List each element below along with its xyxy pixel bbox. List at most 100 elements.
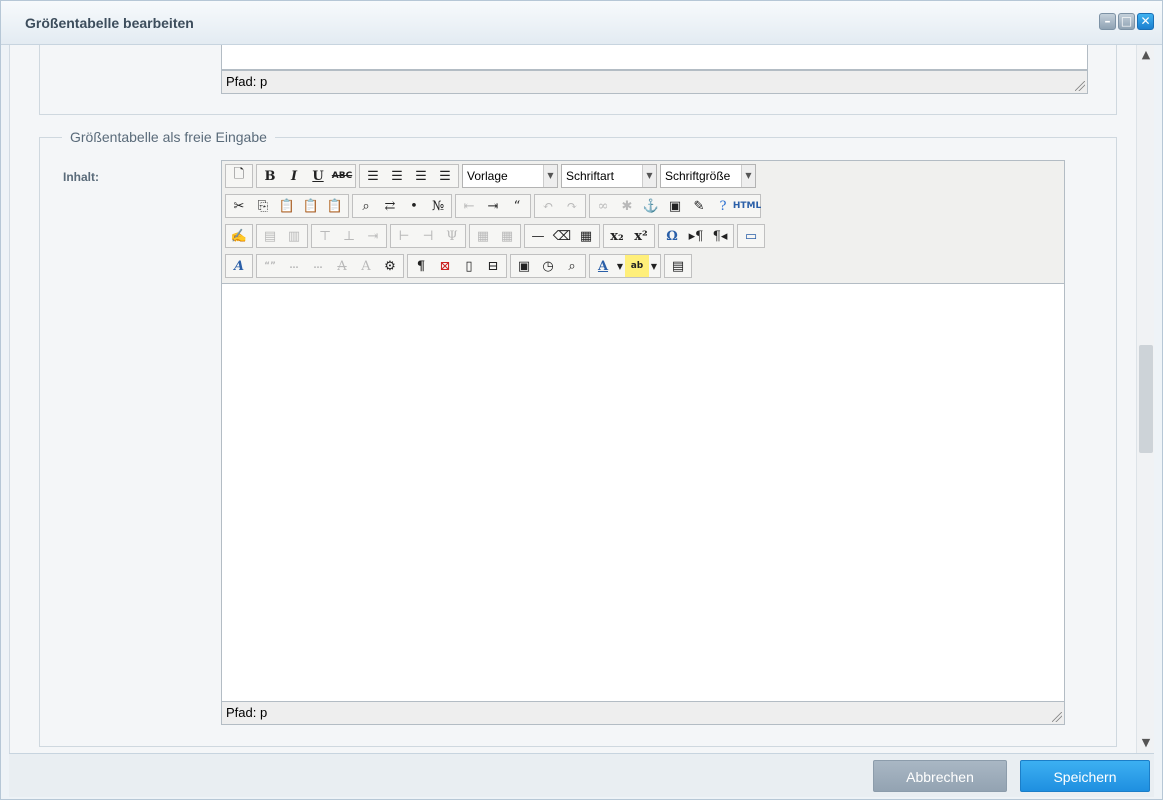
chevron-down-icon[interactable]: ▼ <box>649 255 659 277</box>
top-editor-area[interactable] <box>221 45 1088 70</box>
minimize-button[interactable]: – <box>1099 13 1116 30</box>
dialog-content[interactable]: Pfad: p Größentabelle als freie Eingabe … <box>9 45 1136 753</box>
toolbar-group-chars: Ω ▸¶ ¶◂ <box>658 224 734 248</box>
chevron-down-icon[interactable]: ▼ <box>741 165 755 187</box>
scroll-down-icon[interactable]: ▼ <box>1137 735 1155 751</box>
maximize-button[interactable]: □ <box>1118 13 1135 30</box>
media-icon[interactable]: ▤ <box>666 255 690 277</box>
cell-props-icon[interactable]: ▥ <box>282 225 306 247</box>
pilcrow-icon[interactable]: ¶ <box>409 255 433 277</box>
toolbar-row-4: A “” … … A A ⚙ ¶ ⊠ ▯ ⊟ ▣ ◷ ⌕ A ▼ ab ▼ ▤ <box>225 254 692 280</box>
styles-icon[interactable]: A <box>227 255 251 277</box>
eraser-icon[interactable]: ⌫ <box>550 225 574 247</box>
top-editor-path: Pfad: p <box>226 74 268 89</box>
subscript-icon[interactable]: x₂ <box>605 225 629 247</box>
toolbar-group-history: ↶ ↷ <box>534 194 586 218</box>
toolbar-group-script: x₂ x² <box>603 224 655 248</box>
blockquote-icon[interactable]: “ <box>505 195 529 217</box>
top-editor-pathbar: Pfad: p <box>221 70 1088 94</box>
align-left-icon[interactable]: ☰ <box>361 165 385 187</box>
col-before-icon[interactable]: ⊢ <box>392 225 416 247</box>
toolbar-group-edit: ✍ <box>225 224 253 248</box>
font-select[interactable]: Schriftart ▼ <box>561 164 657 188</box>
anchor-icon[interactable]: ⚓ <box>639 195 663 217</box>
save-button[interactable]: Speichern <box>1020 760 1150 792</box>
cleanup-icon[interactable]: ✎ <box>687 195 711 217</box>
chevron-down-icon[interactable]: ▼ <box>642 165 656 187</box>
top-editor-resize-icon[interactable] <box>1075 81 1085 91</box>
undo-icon[interactable]: ↶ <box>536 195 560 217</box>
format-select[interactable]: Vorlage ▼ <box>462 164 558 188</box>
size-select[interactable]: Schriftgröße ▼ <box>660 164 756 188</box>
split-cells-icon[interactable]: ▦ <box>471 225 495 247</box>
attributes-icon[interactable]: ⚙ <box>378 255 402 277</box>
date-icon[interactable]: ▣ <box>512 255 536 277</box>
copy-icon[interactable]: ⎘ <box>251 195 275 217</box>
layer-icon[interactable]: ▯ <box>457 255 481 277</box>
bullet-list-icon[interactable]: • <box>402 195 426 217</box>
row-before-icon[interactable]: ⊤ <box>313 225 337 247</box>
paste-text-icon[interactable]: 📋 <box>299 195 323 217</box>
bold-button[interactable]: B <box>258 165 282 187</box>
title-bar[interactable]: Größentabelle bearbeiten – □ ✕ <box>1 1 1162 45</box>
vertical-scrollbar[interactable]: ▲ ▼ <box>1136 45 1154 753</box>
find-icon[interactable]: ⌕ <box>354 195 378 217</box>
table-icon[interactable]: ▦ <box>574 225 598 247</box>
image-icon[interactable]: ▣ <box>663 195 687 217</box>
close-button[interactable]: ✕ <box>1137 13 1154 30</box>
help-icon[interactable]: ? <box>711 195 735 217</box>
outdent-icon[interactable]: ⇤ <box>457 195 481 217</box>
col-after-icon[interactable]: ⊣ <box>416 225 440 247</box>
cancel-button[interactable]: Abbrechen <box>873 760 1007 792</box>
align-center-icon[interactable]: ☰ <box>385 165 409 187</box>
superscript-icon[interactable]: x² <box>629 225 653 247</box>
edit-icon[interactable]: ✍ <box>227 225 251 247</box>
rtl-icon[interactable]: ¶◂ <box>708 225 732 247</box>
rich-text-editor: 🗋 B I U ABC ☰ ☰ ☰ ☰ Vorlage ▼ Schriftart… <box>221 160 1065 725</box>
new-document-icon[interactable]: 🗋 <box>227 165 251 187</box>
scroll-thumb[interactable] <box>1139 345 1153 453</box>
scroll-up-icon[interactable]: ▲ <box>1137 47 1155 63</box>
text-color-icon[interactable]: A <box>591 255 615 277</box>
ltr-icon[interactable]: ▸¶ <box>684 225 708 247</box>
special-char-button[interactable]: Ω <box>660 225 684 247</box>
editor-pathbar: Pfad: p <box>222 701 1064 724</box>
chevron-down-icon[interactable]: ▼ <box>543 165 557 187</box>
italic-button[interactable]: I <box>282 165 306 187</box>
highlight-color-icon[interactable]: ab <box>625 255 649 277</box>
html-source-button[interactable]: HTML <box>733 195 761 217</box>
editor-resize-icon[interactable] <box>1052 712 1062 722</box>
insert-mark-icon[interactable]: A <box>354 255 378 277</box>
cut-icon[interactable]: ✂ <box>227 195 251 217</box>
preview-icon[interactable]: ⌕ <box>560 255 584 277</box>
underline-button[interactable]: U <box>306 165 330 187</box>
abbr-icon[interactable]: … <box>282 255 306 277</box>
delete-col-icon[interactable]: Ψ <box>440 225 464 247</box>
numbered-list-icon[interactable]: № <box>426 195 450 217</box>
time-icon[interactable]: ◷ <box>536 255 560 277</box>
toolbar-group-styles: A <box>225 254 253 278</box>
strikethrough-button[interactable]: ABC <box>330 165 354 187</box>
indent-icon[interactable]: ⇥ <box>481 195 505 217</box>
pagebreak-icon[interactable]: ⊟ <box>481 255 505 277</box>
chevron-down-icon[interactable]: ▼ <box>615 255 625 277</box>
fullscreen-icon[interactable]: ▭ <box>739 225 763 247</box>
unlink-icon[interactable]: ✱ <box>615 195 639 217</box>
delete-row-icon[interactable]: ⇥ <box>361 225 385 247</box>
align-justify-icon[interactable]: ☰ <box>433 165 457 187</box>
redo-icon[interactable]: ↷ <box>560 195 584 217</box>
acronym-icon[interactable]: … <box>306 255 330 277</box>
nonbreaking-icon[interactable]: ⊠ <box>433 255 457 277</box>
delete-mark-icon[interactable]: A <box>330 255 354 277</box>
editor-content-area[interactable] <box>222 284 1064 701</box>
paste-icon[interactable]: 📋 <box>275 195 299 217</box>
replace-icon[interactable]: ⇄ <box>378 195 402 217</box>
cite-icon[interactable]: “” <box>258 255 282 277</box>
horizontal-rule-icon[interactable]: — <box>526 225 550 247</box>
paste-word-icon[interactable]: 📋 <box>323 195 347 217</box>
merge-cells-icon[interactable]: ▦ <box>495 225 519 247</box>
link-icon[interactable]: ∞ <box>591 195 615 217</box>
row-props-icon[interactable]: ▤ <box>258 225 282 247</box>
align-right-icon[interactable]: ☰ <box>409 165 433 187</box>
row-after-icon[interactable]: ⊥ <box>337 225 361 247</box>
